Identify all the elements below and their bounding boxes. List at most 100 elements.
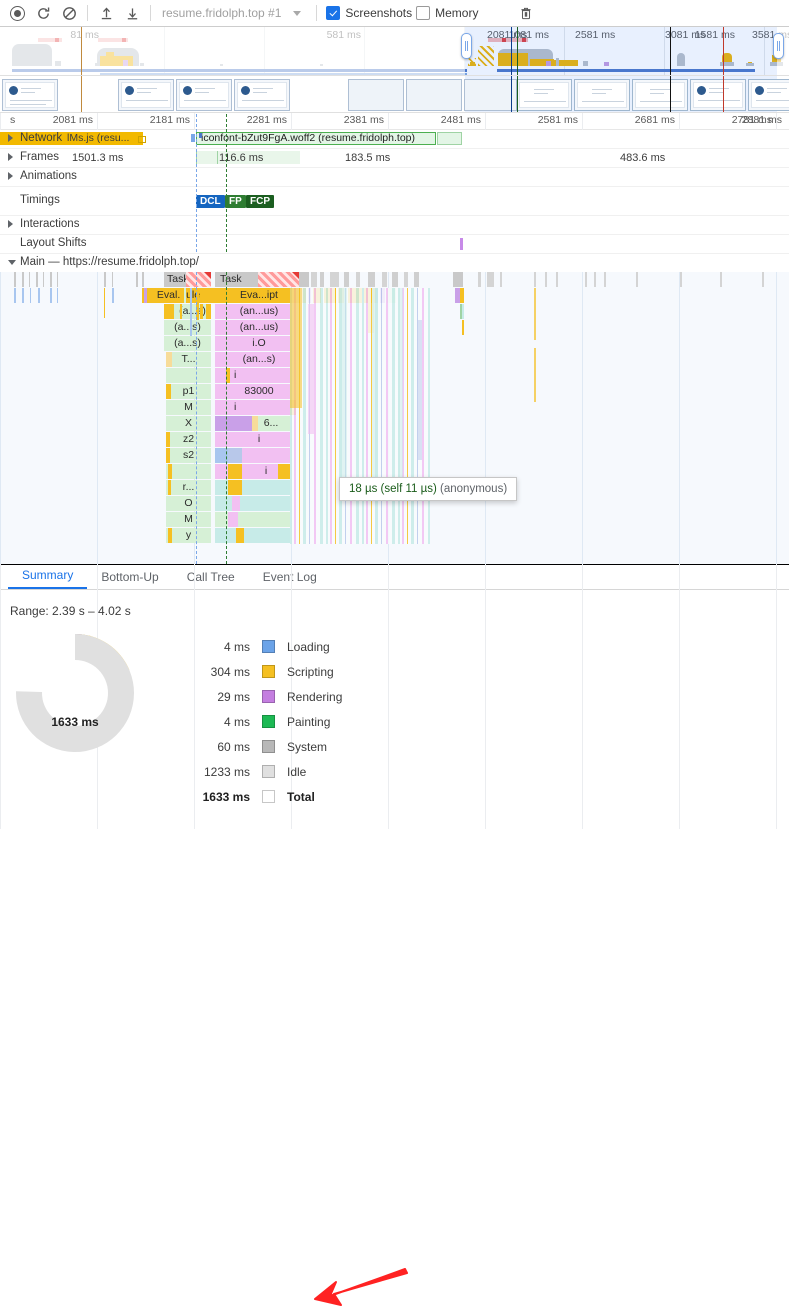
flame-row4-left[interactable]: (a...s) bbox=[164, 336, 211, 351]
timeline-overview[interactable]: 81 ms 581 ms 1081 ms 1581 ms 2081 ms 258… bbox=[0, 27, 789, 76]
flame-row14-left[interactable]: O bbox=[166, 496, 211, 511]
interactions-expand-arrow[interactable] bbox=[8, 220, 13, 228]
timing-marker-fp[interactable]: FP bbox=[225, 195, 246, 208]
activity-donut-chart[interactable]: 1633 ms bbox=[0, 634, 150, 809]
track-interactions[interactable]: Interactions bbox=[0, 216, 789, 235]
import-profile-icon[interactable] bbox=[93, 1, 119, 25]
flame-tooltip: 18 µs (self 11 µs) (anonymous) bbox=[339, 477, 518, 501]
overview-marker-fp bbox=[511, 27, 512, 75]
flame-row5-right[interactable]: (an...s) bbox=[228, 352, 290, 367]
reload-record-icon[interactable] bbox=[30, 1, 56, 25]
track-animations[interactable]: Animations bbox=[0, 168, 789, 187]
track-interactions-label: Interactions bbox=[20, 218, 80, 230]
animations-expand-arrow[interactable] bbox=[8, 172, 13, 180]
flame-row3-right[interactable]: (an...us) bbox=[228, 320, 290, 335]
legend-row-loading[interactable]: 4 ms Loading bbox=[180, 634, 342, 659]
filmstrip-thumbnail[interactable] bbox=[176, 79, 232, 111]
overview-window-left-grip[interactable] bbox=[461, 33, 472, 59]
flame-evaluate-module[interactable]: Eval...ule bbox=[146, 288, 211, 303]
track-timings[interactable]: Timings DCL FP FCP bbox=[0, 187, 789, 216]
timeline-ruler: s 2081 ms 2181 ms 2281 ms 2381 ms 2481 m… bbox=[0, 113, 789, 829]
filmstrip-thumbnail[interactable] bbox=[234, 79, 290, 111]
track-main[interactable]: Main — https://resume.fridolph.top/ bbox=[0, 254, 789, 272]
timing-marker-dcl[interactable]: DCL bbox=[196, 195, 225, 208]
tab-event-log[interactable]: Event Log bbox=[249, 566, 331, 589]
network-request-1[interactable]: lMs.js (resu... bbox=[64, 132, 143, 145]
screenshots-checkbox[interactable]: Screenshots bbox=[326, 6, 412, 20]
filmstrip-thumbnail[interactable] bbox=[2, 79, 58, 111]
legend-row-system[interactable]: 60 ms System bbox=[180, 734, 342, 759]
clear-icon[interactable] bbox=[56, 1, 82, 25]
flame-row10-right[interactable]: i bbox=[228, 432, 290, 447]
legend-row-scripting[interactable]: 304 ms Scripting bbox=[180, 659, 342, 684]
legend-label-idle: Idle bbox=[287, 764, 307, 779]
trace-selector-label[interactable]: resume.fridolph.top #1 bbox=[156, 6, 287, 20]
track-timings-label: Timings bbox=[20, 194, 60, 206]
filmstrip-thumbnail[interactable] bbox=[690, 79, 746, 111]
ruler-tick-6: 2681 ms bbox=[634, 114, 675, 126]
ruler-tick-2: 2281 ms bbox=[246, 114, 287, 126]
flame-row16-left[interactable]: y bbox=[166, 528, 211, 543]
flame-row13-left[interactable]: r... bbox=[166, 480, 211, 495]
details-tab-bar[interactable]: Summary Bottom-Up Call Tree Event Log bbox=[0, 564, 789, 590]
legend-row-rendering[interactable]: 29 ms Rendering bbox=[180, 684, 342, 709]
toolbar-divider-2 bbox=[150, 5, 151, 21]
tooltip-duration: 18 µs (self 11 µs) bbox=[349, 483, 437, 495]
memory-checkbox[interactable]: Memory bbox=[416, 6, 478, 20]
ruler-tick-3: 2381 ms bbox=[343, 114, 384, 126]
record-icon[interactable] bbox=[4, 1, 30, 25]
legend-label-system: System bbox=[287, 739, 328, 754]
screenshots-checkbox-box[interactable] bbox=[326, 6, 341, 20]
network-expand-arrow[interactable] bbox=[8, 134, 13, 142]
track-network[interactable]: Network lMs.js (resu... iconfont-bZut9Fg… bbox=[0, 130, 789, 149]
filmstrip-thumbnail[interactable] bbox=[748, 79, 789, 111]
layout-shift-marker[interactable] bbox=[460, 238, 463, 250]
overview-window-right-grip[interactable] bbox=[773, 33, 784, 59]
tab-call-tree[interactable]: Call Tree bbox=[173, 566, 249, 589]
tab-bottom-up[interactable]: Bottom-Up bbox=[87, 566, 172, 589]
ruler-tick-5: 2581 ms bbox=[537, 114, 578, 126]
main-flame-chart[interactable]: Task Eval...ule (a...s) (a...s) (a...s) … bbox=[0, 272, 789, 564]
flame-row2-right[interactable]: (an...us) bbox=[228, 304, 290, 319]
frames-expand-arrow[interactable] bbox=[8, 153, 13, 161]
track-animations-label: Animations bbox=[20, 170, 77, 182]
main-collapse-arrow[interactable] bbox=[8, 260, 16, 265]
tooltip-name: (anonymous) bbox=[440, 483, 508, 495]
guide-dcl bbox=[196, 114, 197, 252]
delete-icon[interactable] bbox=[513, 1, 539, 25]
filmstrip-track[interactable] bbox=[0, 76, 789, 113]
flame-evaluate-script[interactable]: Eva...ipt bbox=[228, 288, 290, 303]
filmstrip-thumbnail[interactable] bbox=[574, 79, 630, 111]
overview-marker-load bbox=[723, 27, 724, 75]
flame-row10-left[interactable]: z2 bbox=[166, 432, 211, 447]
flame-row7-left[interactable]: p1 bbox=[166, 384, 211, 399]
flame-row11-left[interactable]: s2 bbox=[166, 448, 211, 463]
memory-checkbox-box[interactable] bbox=[416, 6, 431, 20]
flame-row5-left[interactable]: T... bbox=[166, 352, 211, 367]
legend-swatch-system bbox=[262, 740, 275, 753]
flame-row8-right[interactable]: i bbox=[228, 400, 290, 415]
flame-row7-right[interactable]: 83000 bbox=[228, 384, 290, 399]
filmstrip-thumbnail[interactable] bbox=[118, 79, 174, 111]
track-layout-shifts[interactable]: Layout Shifts bbox=[0, 235, 789, 254]
legend-row-painting[interactable]: 4 ms Painting bbox=[180, 709, 342, 734]
flame-row3-left[interactable]: (a...s) bbox=[164, 320, 211, 335]
network-request-2[interactable]: iconfont-bZut9FgA.woff2 (resume.fridolph… bbox=[196, 132, 436, 145]
flame-row4-right[interactable]: i.O bbox=[228, 336, 290, 351]
filmstrip-thumbnail[interactable] bbox=[516, 79, 572, 111]
filmstrip-thumbnail[interactable] bbox=[406, 79, 462, 111]
filmstrip-thumbnail[interactable] bbox=[632, 79, 688, 111]
overview-dim-left bbox=[0, 27, 465, 75]
flame-row8-left[interactable]: M bbox=[166, 400, 211, 415]
flame-row9-left[interactable]: X bbox=[166, 416, 211, 431]
legend-label-total: Total bbox=[287, 789, 315, 804]
flame-row6-right[interactable]: i bbox=[228, 368, 290, 383]
timing-marker-fcp[interactable]: FCP bbox=[246, 195, 274, 208]
export-profile-icon[interactable] bbox=[119, 1, 145, 25]
chevron-down-icon[interactable] bbox=[293, 10, 302, 16]
flame-row15-left[interactable]: M bbox=[166, 512, 211, 527]
legend-row-idle[interactable]: 1233 ms Idle bbox=[180, 759, 342, 784]
track-frames[interactable]: Frames 1501.3 ms 116.6 ms 183.5 ms 483.6… bbox=[0, 149, 789, 168]
filmstrip-thumbnail[interactable] bbox=[348, 79, 404, 111]
tab-summary[interactable]: Summary bbox=[8, 564, 88, 589]
